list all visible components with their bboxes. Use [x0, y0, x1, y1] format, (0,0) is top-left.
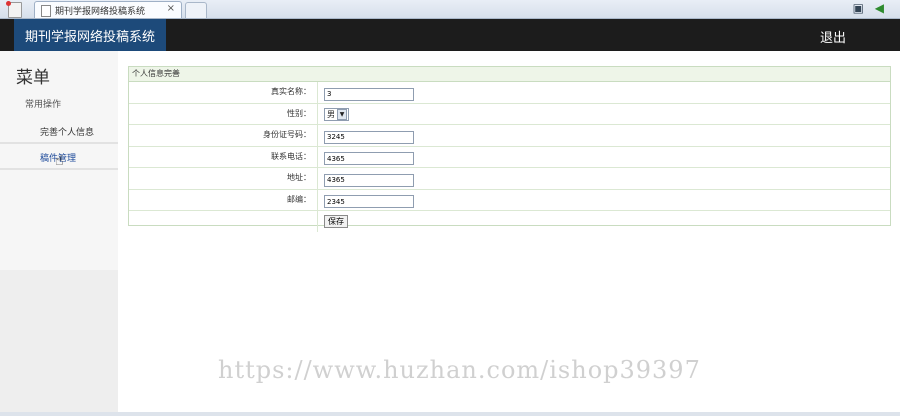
logout-link[interactable]: 退出: [820, 27, 846, 46]
watermark-text: https://www.huzhan.com/ishop39397: [218, 356, 701, 384]
form-row-address: 地址：: [129, 168, 890, 190]
sidebar-lower-area: [0, 270, 118, 416]
field-label: 身份证号码：: [129, 125, 318, 146]
sidebar-item-label: 完善个人信息: [40, 128, 95, 138]
site-title: 期刊学报网络投稿系统: [14, 19, 166, 51]
status-bar: [0, 412, 900, 416]
form-row-name: 真实名称：: [129, 82, 890, 104]
address-input[interactable]: [324, 173, 414, 187]
sidebar-item-profile[interactable]: 完善个人信息: [0, 120, 118, 144]
field-label: 地址：: [129, 168, 318, 189]
form-row-postcode: 邮编：: [129, 189, 890, 211]
form-row-phone: 联系电话：: [129, 146, 890, 168]
menu-title: 菜单: [16, 68, 50, 88]
field-label: 性别：: [129, 103, 318, 124]
gender-select[interactable]: 男 ▼: [324, 107, 349, 121]
empty-label-cell: [129, 211, 318, 232]
panel-title: 个人信息完善: [129, 67, 890, 82]
tab-close-icon[interactable]: ×: [167, 3, 175, 14]
browser-tab[interactable]: 期刊学报网络投稿系统 ×: [34, 1, 182, 18]
gender-select-value: 男: [327, 109, 335, 119]
profile-form-panel: 个人信息完善 真实名称： 性别： 男▼ 身份证号码： 联系电话： 地址： 邮编：…: [128, 66, 891, 232]
form-row-idcard: 身份证号码：: [129, 125, 890, 147]
top-header: 期刊学报网络投稿系统 退出: [0, 19, 900, 51]
save-button[interactable]: 保存: [324, 215, 348, 228]
real-name-input[interactable]: [324, 87, 414, 101]
back-arrow-icon[interactable]: ◀: [875, 1, 884, 15]
page-menu-icon[interactable]: ▣: [853, 1, 864, 15]
id-number-input[interactable]: [324, 130, 414, 144]
phone-input[interactable]: [324, 152, 414, 165]
menu-group-label: 常用操作: [25, 100, 62, 110]
chevron-down-icon[interactable]: ▼: [337, 108, 347, 120]
browser-tab-strip: 期刊学报网络投稿系统 × ▣ ◀: [0, 0, 900, 19]
browser-app-icon[interactable]: [6, 1, 22, 18]
hand-cursor-icon: ☝: [55, 153, 64, 169]
page-icon: [41, 5, 51, 17]
postcode-input[interactable]: [324, 195, 414, 208]
new-tab-button[interactable]: [185, 2, 207, 18]
tab-title: 期刊学报网络投稿系统: [55, 7, 146, 17]
field-label: 真实名称：: [129, 82, 318, 103]
form-row-actions: 保存: [129, 211, 890, 232]
form-row-gender: 性别： 男 ▼: [129, 103, 890, 125]
field-label: 联系电话：: [129, 146, 318, 167]
field-label: 邮编：: [129, 189, 318, 210]
